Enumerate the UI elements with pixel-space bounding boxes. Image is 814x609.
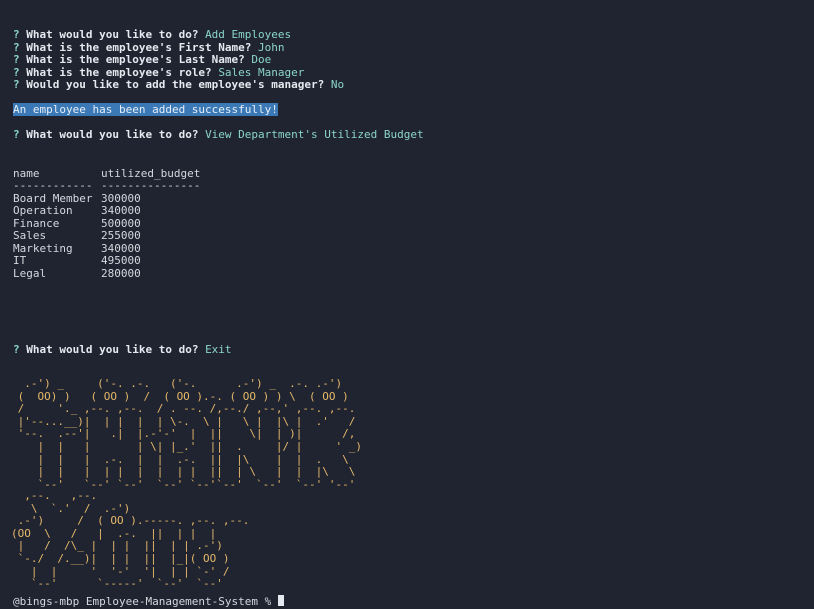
prompt-question: What is the employee's Last Name? (26, 53, 245, 66)
prompt-line: ? Would you like to add the employee's m… (13, 78, 345, 92)
prompt-answer: View Department's Utilized Budget (205, 128, 424, 141)
ascii-art-you: ,--. ,--. \ `.' / .-') .-') / ( OO ).---… (11, 489, 250, 591)
prompt-answer: Exit (205, 343, 232, 356)
text-cursor (277, 595, 284, 606)
cell-budget: 255000 (101, 229, 141, 242)
ascii-art-thank: .-') _ ('-. .-. ('-. .-') _ .-. .-') ( O… (17, 377, 362, 491)
question-marker: ? (13, 78, 20, 91)
cell-budget: 340000 (101, 204, 141, 217)
cell-name: IT (13, 254, 27, 267)
cell-name: Sales (13, 229, 47, 242)
cell-budget: 280000 (101, 267, 141, 280)
prompt-question: What would you like to do? (26, 28, 199, 41)
prompt-question: What would you like to do? (26, 343, 199, 356)
question-marker: ? (13, 28, 20, 41)
prompt-question: What would you like to do? (26, 128, 199, 141)
prompt-answer: No (330, 78, 345, 91)
separator: ------------ (13, 179, 93, 192)
prompt-answer: Doe (251, 53, 272, 66)
prompt-line: ? What would you like to do? Exit (13, 343, 232, 357)
cell-name: Legal (13, 267, 47, 280)
prompt-line: ? What would you like to do? View Depart… (13, 128, 424, 142)
cell-name: Marketing (13, 242, 73, 255)
table-row: Legal 280000 (13, 267, 141, 281)
terminal-window[interactable]: ? What would you like to do? Add Employe… (0, 0, 814, 608)
separator: --------------- (101, 179, 201, 192)
prompt-question: Would you like to add the employee's man… (26, 78, 325, 91)
success-message: An employee has been added successfully! (13, 103, 278, 116)
success-line: An employee has been added successfully! (13, 103, 278, 117)
cell-budget: 495000 (101, 254, 141, 267)
question-marker: ? (13, 128, 20, 141)
question-marker: ? (13, 53, 20, 66)
cell-name: Operation (13, 204, 73, 217)
shell-prompt-line[interactable]: @bings-mbp Employee-Management-System % (13, 595, 284, 608)
question-marker: ? (13, 343, 20, 356)
prompt-answer: Add Employees (205, 28, 292, 41)
shell-prompt: @bings-mbp Employee-Management-System % (13, 595, 278, 608)
